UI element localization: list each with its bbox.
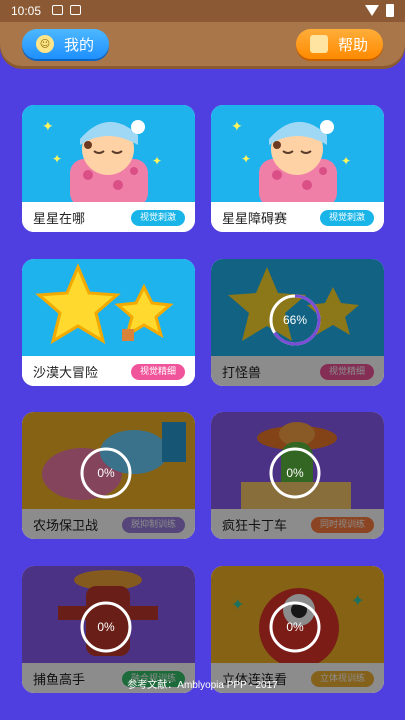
- svg-text:✦: ✦: [42, 119, 54, 135]
- svg-text:✦: ✦: [231, 119, 243, 135]
- two-stars-art: [22, 259, 195, 356]
- game-category-badge: 视觉刺激: [319, 210, 374, 226]
- svg-text:✦: ✦: [341, 154, 351, 168]
- reference-citation: 参考文献：Amblyopia PPP - 2017: [127, 680, 278, 691]
- progress-ring: 0%: [79, 446, 133, 500]
- progress-percent: 66%: [282, 313, 308, 327]
- game-card-3[interactable]: 沙漠大冒险 视觉精细: [22, 259, 195, 386]
- status-time: 10:05: [11, 4, 42, 18]
- progress-ring: 0%: [268, 600, 322, 654]
- game-title: 沙漠大冒险: [33, 366, 99, 381]
- book-icon: [310, 35, 328, 53]
- gallery-notification-icon: [52, 5, 63, 15]
- game-card-8[interactable]: ✦ ✦ 立体连连看 立体视训练 0%: [211, 566, 384, 693]
- wifi-icon: [365, 5, 379, 16]
- game-title: 星星在哪: [33, 212, 86, 227]
- game-card-5[interactable]: 农场保卫战 脱抑制训练 0%: [22, 412, 195, 539]
- game-category-badge: 视觉刺激: [130, 210, 185, 226]
- game-card-4[interactable]: 打怪兽 视觉精细 66%: [211, 259, 384, 386]
- game-category-badge: 视觉精细: [130, 364, 185, 380]
- top-bar: ☺ 我的 帮助: [0, 22, 405, 66]
- svg-text:✦: ✦: [241, 152, 251, 166]
- progress-percent: 0%: [97, 466, 115, 480]
- help-button[interactable]: 帮助: [296, 29, 383, 59]
- progress-ring: 0%: [268, 446, 322, 500]
- game-title: 星星障碍赛: [222, 212, 288, 227]
- battery-icon: [386, 4, 394, 17]
- help-label: 帮助: [338, 35, 369, 54]
- progress-percent: 0%: [286, 620, 304, 634]
- game-card-2[interactable]: ✦ ✦ ✦ 星星障碍赛 视觉刺激: [211, 105, 384, 232]
- progress-percent: 0%: [286, 466, 304, 480]
- face-icon: ☺: [36, 35, 54, 53]
- status-bar: 10:05: [0, 0, 405, 22]
- my-profile-button[interactable]: ☺ 我的: [22, 29, 109, 59]
- progress-ring: 0%: [79, 600, 133, 654]
- game-card-footer: 星星障碍赛 视觉刺激: [211, 202, 384, 232]
- game-card-1[interactable]: ✦ ✦ ✦ 星星在哪 视觉刺激: [22, 105, 195, 232]
- svg-text:✦: ✦: [152, 154, 162, 168]
- download-notification-icon: [70, 5, 81, 15]
- game-card-footer: 沙漠大冒险 视觉精细: [22, 356, 195, 386]
- sleeping-child-art: ✦ ✦ ✦: [211, 105, 384, 202]
- my-profile-label: 我的: [64, 35, 95, 54]
- sleeping-child-art: ✦ ✦ ✦: [22, 105, 195, 202]
- progress-ring: 66%: [268, 293, 322, 347]
- game-card-footer: 星星在哪 视觉刺激: [22, 202, 195, 232]
- progress-percent: 0%: [97, 620, 115, 634]
- game-card-6[interactable]: 疯狂卡丁车 同时视训练 0%: [211, 412, 384, 539]
- svg-text:✦: ✦: [52, 152, 62, 166]
- game-card-7[interactable]: 捕鱼高手 融合视训练 0%: [22, 566, 195, 693]
